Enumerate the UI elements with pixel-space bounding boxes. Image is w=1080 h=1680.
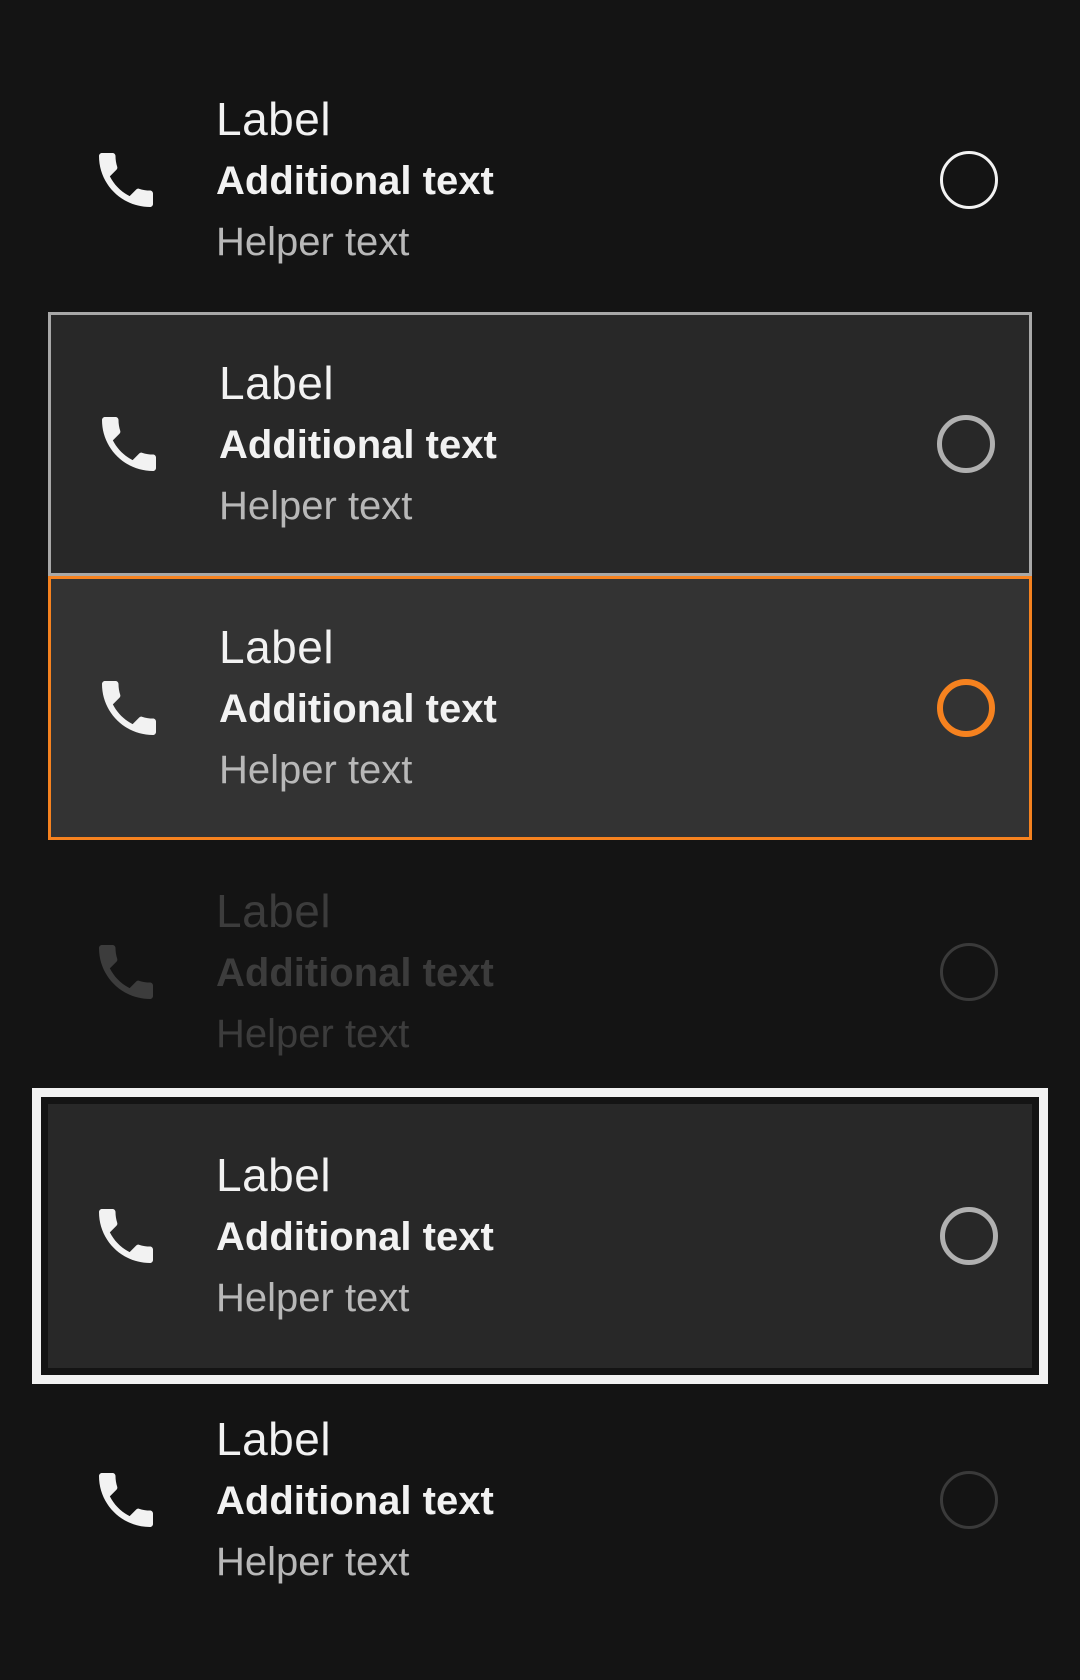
item-additional-text: Additional text — [219, 423, 497, 467]
item-helper-text: Helper text — [216, 1540, 410, 1584]
phone-icon — [90, 1464, 162, 1536]
radio-button[interactable] — [937, 415, 995, 473]
phone-icon — [93, 408, 165, 480]
item-texts: Label Additional text Helper text — [216, 48, 494, 312]
item-texts: Label Additional text Helper text — [219, 579, 497, 837]
item-additional-text: Additional text — [216, 1215, 494, 1259]
radio-button[interactable] — [940, 1471, 998, 1529]
item-additional-text: Additional text — [216, 951, 494, 995]
item-texts: Label Additional text Helper text — [216, 840, 494, 1104]
item-label: Label — [216, 1149, 332, 1201]
list-item[interactable]: Label Additional text Helper text — [48, 48, 1032, 312]
item-label: Label — [219, 357, 335, 409]
item-label: Label — [216, 1413, 332, 1465]
list-item-disabled: Label Additional text Helper text — [48, 840, 1032, 1104]
item-helper-text: Helper text — [216, 1276, 410, 1320]
radio-button[interactable] — [940, 151, 998, 209]
item-additional-text: Additional text — [216, 159, 494, 203]
item-helper-text: Helper text — [219, 484, 413, 528]
radio-button[interactable] — [937, 679, 995, 737]
item-label: Label — [219, 621, 335, 673]
radio-button — [940, 943, 998, 1001]
phone-icon — [90, 144, 162, 216]
phone-icon — [90, 936, 162, 1008]
item-label: Label — [216, 885, 332, 937]
phone-icon — [93, 672, 165, 744]
item-texts: Label Additional text Helper text — [219, 315, 497, 573]
list-item-hover[interactable]: Label Additional text Helper text — [48, 312, 1032, 576]
item-additional-text: Additional text — [216, 1479, 494, 1523]
item-texts: Label Additional text Helper text — [216, 1104, 494, 1368]
list-item-focused[interactable]: Label Additional text Helper text — [41, 1097, 1039, 1375]
radio-list: Label Additional text Helper text Label … — [0, 0, 1080, 1680]
item-helper-text: Helper text — [216, 1012, 410, 1056]
item-additional-text: Additional text — [219, 687, 497, 731]
item-label: Label — [216, 93, 332, 145]
item-helper-text: Helper text — [216, 220, 410, 264]
list-item-selected[interactable]: Label Additional text Helper text — [48, 576, 1032, 840]
phone-icon — [90, 1200, 162, 1272]
item-texts: Label Additional text Helper text — [216, 1368, 494, 1632]
list-item[interactable]: Label Additional text Helper text — [48, 1368, 1032, 1632]
radio-button[interactable] — [940, 1207, 998, 1265]
item-helper-text: Helper text — [219, 748, 413, 792]
